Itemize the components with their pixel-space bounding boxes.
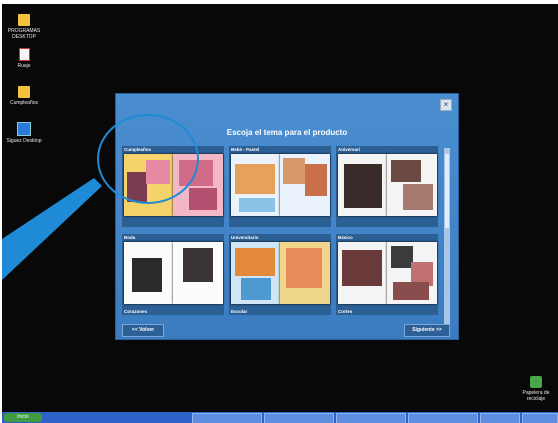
album-page	[173, 242, 223, 304]
photo	[183, 248, 213, 282]
album-page	[338, 154, 388, 216]
theme-name: Universitario	[231, 235, 259, 240]
taskbar-item[interactable]	[192, 413, 262, 423]
photo	[305, 164, 327, 196]
theme-card-bebe-pastel[interactable]: Bebé - Pastel	[229, 146, 331, 227]
album-page	[280, 242, 330, 304]
photo	[235, 164, 275, 194]
recycle-bin-icon	[530, 376, 542, 388]
callout-pointer	[2, 178, 102, 280]
back-button[interactable]: << Volver	[122, 324, 164, 337]
theme-caption: Corazones	[124, 309, 148, 314]
close-icon[interactable]: ×	[440, 99, 452, 111]
photo	[241, 278, 271, 300]
theme-name: Bebé - Pastel	[231, 147, 260, 152]
photo	[344, 164, 382, 208]
taskbar-item[interactable]	[264, 413, 334, 423]
photo	[239, 198, 275, 212]
taskbar-item[interactable]	[336, 413, 406, 423]
photo	[391, 160, 421, 182]
taskbar-item[interactable]	[408, 413, 478, 423]
theme-card-basico[interactable]: Básico Cortes	[336, 234, 438, 315]
album-page	[231, 154, 281, 216]
desktop-icon-label: Papelera de reciclaje	[522, 390, 550, 402]
theme-name: Aniversari	[338, 147, 361, 152]
theme-scrollbar[interactable]	[444, 148, 450, 336]
taskbar-item[interactable]	[480, 413, 520, 423]
callout-arrow	[2, 178, 102, 280]
photo	[283, 158, 305, 184]
photo	[393, 282, 429, 300]
theme-name: Básico	[338, 235, 353, 240]
album-page	[387, 154, 437, 216]
photo	[342, 250, 382, 286]
taskbar: Inicio	[2, 412, 558, 423]
theme-caption: Cortes	[338, 309, 353, 314]
photo	[403, 184, 433, 210]
photo	[286, 248, 322, 288]
system-tray[interactable]	[522, 413, 558, 423]
photo	[391, 246, 413, 268]
scrollbar-thumb[interactable]	[445, 154, 449, 228]
desktop: PROGRAMAS DESKTOP Ruaje Cumpleaños Sigue…	[2, 4, 558, 423]
theme-caption: Escolar	[231, 309, 248, 314]
desktop-icon-recycle-bin[interactable]: Papelera de reciclaje	[516, 376, 556, 402]
photo	[235, 248, 275, 276]
start-button[interactable]: Inicio	[4, 413, 42, 422]
theme-card-universitario[interactable]: Universitario Escolar	[229, 234, 331, 315]
album-page	[231, 242, 281, 304]
photo	[189, 188, 217, 210]
theme-card-aniversari[interactable]: Aniversari	[336, 146, 438, 227]
next-button[interactable]: Siguiente >>	[404, 324, 450, 337]
album-page	[338, 242, 388, 304]
album-page	[387, 242, 437, 304]
album-page	[280, 154, 330, 216]
